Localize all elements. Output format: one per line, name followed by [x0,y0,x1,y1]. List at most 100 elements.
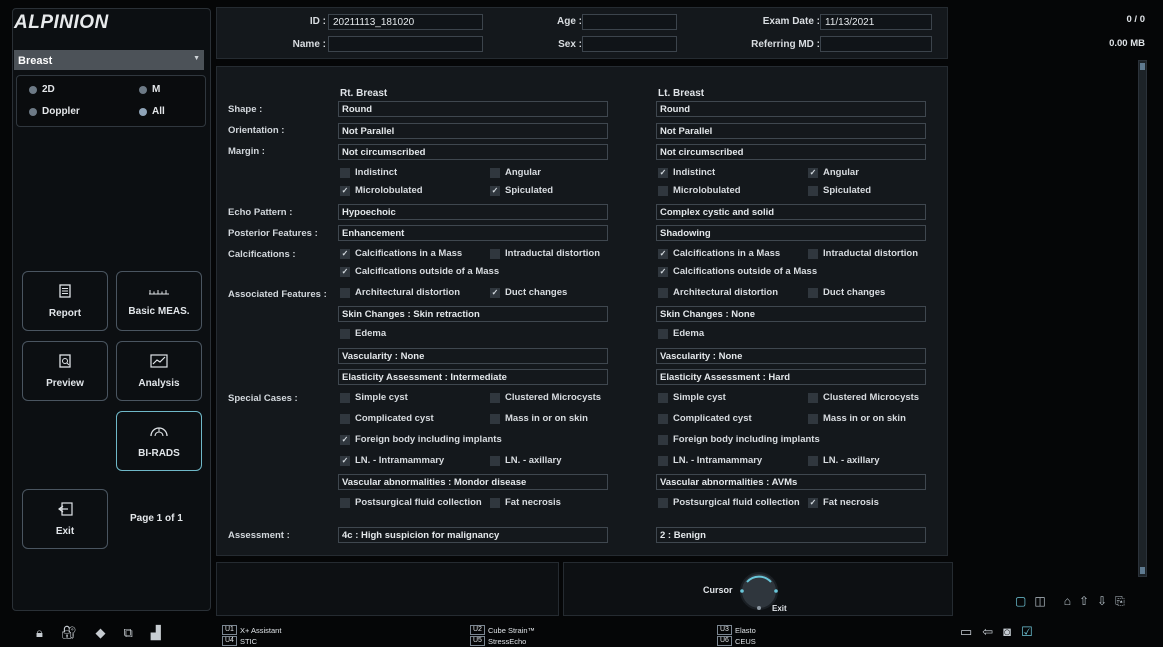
user-key-u3[interactable]: U3 Elasto [717,625,756,635]
rt-margin-field[interactable]: Not circumscribed [338,144,608,160]
referring-md-field[interactable] [820,36,932,52]
lt-skin-changes-field[interactable]: Skin Changes : None [656,306,926,322]
lock-icon[interactable]: 🔒︎ [36,625,43,641]
back-icon[interactable]: ⇦ [982,624,993,640]
rt-skin-changes-field[interactable]: Skin Changes : Skin retraction [338,306,608,322]
rt-clustered-microcysts[interactable]: Clustered Microcysts [490,392,601,403]
exam-date-field[interactable]: 11/13/2021 [820,14,932,30]
user-key-u6[interactable]: U6 CEUS [717,636,756,646]
lt-echo-field[interactable]: Complex cystic and solid [656,204,926,220]
rt-echo-field[interactable]: Hypoechoic [338,204,608,220]
lt-margin-indistinct[interactable]: ✓ Indistinct [658,167,715,178]
rt-ln-intramammary[interactable]: ✓ LN. - Intramammary [340,455,444,466]
dual-view-icon[interactable]: ◫ [1034,594,1045,609]
lt-orientation-field[interactable]: Not Parallel [656,123,926,139]
rt-architectural-distortion[interactable]: Architectural distortion [340,287,460,298]
rt-shape-field[interactable]: Round [338,101,608,117]
rt-complicated-cyst[interactable]: Complicated cyst [340,413,434,424]
rt-intraductal[interactable]: Intraductal distortion [490,248,600,259]
user-key-u2[interactable]: U2 Cube Strain™ [470,625,535,635]
probe-icon[interactable]: ◆ [95,625,105,641]
lt-simple-cyst[interactable]: Simple cyst [658,392,726,403]
lt-fat-necrosis[interactable]: ✓ Fat necrosis [808,497,879,508]
lt-postsurgical[interactable]: Postsurgical fluid collection [658,497,800,508]
lt-calc-in-mass[interactable]: ✓ Calcifications in a Mass [658,248,780,259]
rt-elasticity-field[interactable]: Elasticity Assessment : Intermediate [338,369,608,385]
ruler-icon [149,289,169,294]
tray-icon[interactable]: ⌂ [1064,594,1071,609]
rt-foreign-body[interactable]: ✓ Foreign body including implants [340,434,502,445]
rt-assessment-field[interactable]: 4c : High suspicion for malignancy [338,527,608,543]
basic-meas-button[interactable]: Basic MEAS. [116,271,202,331]
lt-elasticity-field[interactable]: Elasticity Assessment : Hard [656,369,926,385]
rt-vascularity-field[interactable]: Vascularity : None [338,348,608,364]
rt-mass-skin[interactable]: Mass in or on skin [490,413,588,424]
rt-simple-cyst[interactable]: Simple cyst [340,392,408,403]
lt-margin-spiculated[interactable]: Spiculated [808,185,871,196]
rt-margin-indistinct[interactable]: Indistinct [340,167,397,178]
network-icon[interactable]: ⧉ [123,625,132,641]
lt-foreign-body[interactable]: Foreign body including implants [658,434,820,445]
user-key-u1[interactable]: U1 X+ Assistant [222,625,281,635]
lt-shape-field[interactable]: Round [656,101,926,117]
user-key-u4[interactable]: U4 STIC [222,636,257,646]
lt-mass-skin[interactable]: Mass in or on skin [808,413,906,424]
lt-margin-microlobulated[interactable]: Microlobulated [658,185,741,196]
rt-margin-microlobulated[interactable]: ✓ Microlobulated [340,185,423,196]
lt-intraductal[interactable]: Intraductal distortion [808,248,918,259]
lt-edema[interactable]: Edema [658,328,704,339]
scroll-up-thumb[interactable] [1140,63,1145,70]
lt-margin-angular[interactable]: ✓ Angular [808,167,859,178]
check-icon[interactable]: ☑ [1021,624,1033,640]
up-icon[interactable]: ⇧ [1079,594,1089,609]
rt-margin-spiculated[interactable]: ✓ Spiculated [490,185,553,196]
sex-field[interactable] [582,36,677,52]
monitor-icon[interactable]: ▭ [960,624,972,640]
chart-settings-icon[interactable]: ▟ [151,625,161,641]
clipboard-scrollbar[interactable] [1138,60,1147,577]
export-icon[interactable]: ⎘ [1115,594,1125,609]
lt-architectural-distortion[interactable]: Architectural distortion [658,287,778,298]
mode-doppler[interactable]: Doppler [29,106,80,117]
id-field[interactable]: 20211113_181020 [328,14,483,30]
rt-duct-changes[interactable]: ✓ Duct changes [490,287,567,298]
rt-ln-axillary[interactable]: LN. - axillary [490,455,562,466]
mode-m[interactable]: M [139,84,160,95]
preview-button[interactable]: Preview [22,341,108,401]
lt-ln-intramammary[interactable]: LN. - Intramammary [658,455,762,466]
rt-postsurgical[interactable]: Postsurgical fluid collection [340,497,482,508]
lt-duct-changes[interactable]: Duct changes [808,287,885,298]
rt-calc-outside-mass[interactable]: ✓ Calcifications outside of a Mass [340,266,499,277]
rt-calc-in-mass[interactable]: ✓ Calcifications in a Mass [340,248,462,259]
rt-margin-angular[interactable]: Angular [490,167,541,178]
rt-vascular-abnormalities-field[interactable]: Vascular abnormalities : Mondor disease [338,474,608,490]
scroll-down-thumb[interactable] [1140,567,1145,574]
lt-clustered-microcysts[interactable]: Clustered Microcysts [808,392,919,403]
rt-posterior-field[interactable]: Enhancement [338,225,608,241]
exit-button[interactable]: Exit [22,489,108,549]
lt-vascular-abnormalities-field[interactable]: Vascular abnormalities : AVMs [656,474,926,490]
single-view-icon[interactable]: ▢ [1015,594,1026,609]
user-lock-icon[interactable]: 🔐︎ [61,625,78,641]
lt-calc-outside-mass[interactable]: ✓ Calcifications outside of a Mass [658,266,817,277]
camera-icon[interactable]: ◙ [1003,624,1011,640]
down-icon[interactable]: ⇩ [1097,594,1107,609]
analysis-button[interactable]: Analysis [116,341,202,401]
user-key-u5[interactable]: U5 StressEcho [470,636,526,646]
birads-button[interactable]: BI-RADS [116,411,202,471]
rt-fat-necrosis[interactable]: Fat necrosis [490,497,561,508]
mode-2d[interactable]: 2D [29,84,55,95]
lt-posterior-field[interactable]: Shadowing [656,225,926,241]
rt-orientation-field[interactable]: Not Parallel [338,123,608,139]
lt-assessment-field[interactable]: 2 : Benign [656,527,926,543]
lt-margin-field[interactable]: Not circumscribed [656,144,926,160]
name-field[interactable] [328,36,483,52]
lt-ln-axillary[interactable]: LN. - axillary [808,455,880,466]
mode-all[interactable]: All [139,106,165,117]
lt-vascularity-field[interactable]: Vascularity : None [656,348,926,364]
rt-edema[interactable]: Edema [340,328,386,339]
preset-select[interactable]: Breast ▼ [14,50,204,70]
age-field[interactable] [582,14,677,30]
report-button[interactable]: Report [22,271,108,331]
lt-complicated-cyst[interactable]: Complicated cyst [658,413,752,424]
